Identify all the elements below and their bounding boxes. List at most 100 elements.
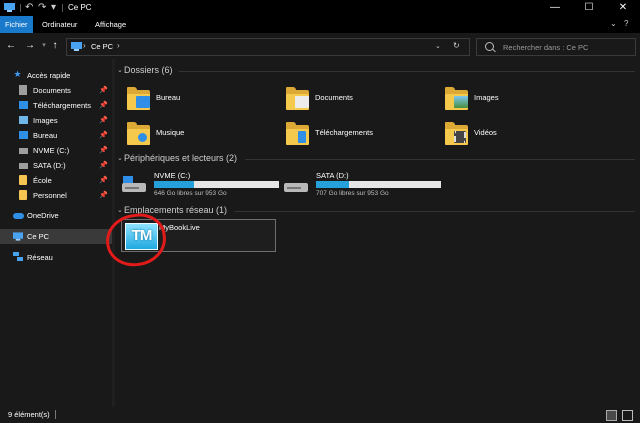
ribbon-tabs: Fichier Ordinateur Affichage ⌄ ? [0, 16, 640, 33]
refresh-icon[interactable]: ↻ [453, 41, 460, 50]
folder-item-bureau[interactable]: Bureau [127, 84, 277, 114]
pin-icon: 📌 [99, 162, 108, 169]
sidebar-item-telechargements[interactable]: Téléchargements 📌 [0, 98, 112, 113]
drive-item-nvme-c[interactable]: NVME (C:) 646 Go libres sur 953 Go [122, 170, 282, 198]
sidebar-item-label: SATA (D:) [33, 161, 66, 170]
pin-icon: 📌 [99, 87, 108, 94]
address-history-icon[interactable]: ⌄ [435, 42, 441, 50]
up-button[interactable]: ↑ [49, 39, 61, 53]
sidebar-item-label: Réseau [27, 253, 53, 262]
tab-affichage[interactable]: Affichage [90, 16, 131, 33]
forward-button[interactable]: → [24, 39, 36, 53]
drive-item-sata-d[interactable]: SATA (D:) 707 Go libres sur 953 Go [284, 170, 444, 198]
folder-item-telechargements[interactable]: Téléchargements [286, 119, 436, 149]
tab-ordinateur[interactable]: Ordinateur [37, 16, 82, 33]
windows-logo-icon [123, 176, 133, 183]
separator [55, 410, 56, 419]
documents-folder-icon [286, 84, 309, 112]
folder-label: Vidéos [474, 128, 497, 137]
folder-label: Documents [315, 93, 353, 102]
group-header-folders[interactable]: ⌄ Dossiers (6) [115, 64, 635, 78]
downloads-folder-icon [286, 119, 309, 147]
separator [62, 4, 63, 12]
customize-quick-access-icon[interactable]: ▾ [51, 1, 56, 15]
folder-item-musique[interactable]: Musique [127, 119, 277, 149]
folder-label: Images [474, 93, 499, 102]
folder-item-images[interactable]: Images [445, 84, 595, 114]
separator [20, 4, 21, 12]
tab-fichier[interactable]: Fichier [0, 16, 33, 33]
folder-item-videos[interactable]: Vidéos [445, 119, 595, 149]
undo-icon[interactable]: ↶ [25, 1, 33, 15]
divider [245, 159, 635, 160]
sidebar-item-documents[interactable]: Documents 📌 [0, 83, 112, 98]
sidebar-item-images[interactable]: Images 📌 [0, 113, 112, 128]
sidebar-item-quick-access[interactable]: ★ Accès rapide [0, 68, 112, 83]
group-header-network[interactable]: ⌄ Emplacements réseau (1) [115, 204, 635, 218]
network-icon [13, 252, 23, 261]
pin-icon: 📌 [99, 147, 108, 154]
videos-folder-icon [445, 119, 468, 147]
pin-icon: 📌 [99, 132, 108, 139]
desktop-icon [19, 131, 28, 139]
drive-usage-fill [154, 181, 194, 188]
maximize-button[interactable]: ☐ [572, 0, 606, 16]
drive-name: SATA (D:) [316, 171, 349, 180]
star-icon: ★ [13, 69, 22, 79]
collapse-chevron-icon[interactable]: ⌄ [117, 154, 123, 162]
navigation-bar: ← → ▾ ↑ › Ce PC › ⌄ ↻ Rechercher dans : … [0, 33, 640, 59]
search-input[interactable]: Rechercher dans : Ce PC [503, 43, 588, 52]
minimize-button[interactable]: — [538, 0, 572, 16]
drive-usage-fill [316, 181, 349, 188]
sidebar-item-sata-d[interactable]: SATA (D:) 📌 [0, 158, 112, 173]
sidebar-item-ce-pc[interactable]: Ce PC [0, 229, 112, 244]
drive-free-space: 646 Go libres sur 953 Go [154, 190, 227, 197]
pictures-icon [19, 116, 28, 124]
drive-usage-bar [316, 181, 441, 188]
divider [179, 71, 635, 72]
pin-icon: 📌 [99, 192, 108, 199]
folder-icon [19, 175, 27, 185]
sidebar-item-reseau[interactable]: Réseau [0, 250, 112, 265]
sidebar-item-onedrive[interactable]: OneDrive [0, 208, 112, 223]
sidebar-item-label: Ce PC [27, 232, 50, 241]
network-location-label: MyBookLive [159, 223, 200, 232]
collapse-chevron-icon[interactable]: ⌄ [117, 206, 123, 214]
title-bar: ↶ ↷ ▾ Ce PC — ☐ ✕ [0, 0, 640, 16]
expand-ribbon-icon[interactable]: ⌄ [610, 18, 617, 30]
pin-icon: 📌 [99, 177, 108, 184]
sidebar-item-label: Documents [33, 86, 71, 95]
group-header-devices[interactable]: ⌄ Périphériques et lecteurs (2) [115, 152, 635, 166]
redo-icon[interactable]: ↷ [38, 1, 46, 15]
details-view-button[interactable] [606, 410, 617, 421]
large-icons-view-button[interactable] [622, 410, 633, 421]
sidebar-item-bureau[interactable]: Bureau 📌 [0, 128, 112, 143]
pictures-folder-icon [445, 84, 468, 112]
documents-icon [19, 85, 27, 95]
pin-icon: 📌 [99, 117, 108, 124]
address-bar[interactable]: › Ce PC › ⌄ ↻ [66, 38, 470, 56]
status-bar: 9 élément(s) [0, 407, 640, 423]
back-button[interactable]: ← [5, 39, 17, 53]
drive-usage-bar [154, 181, 279, 188]
close-button[interactable]: ✕ [606, 0, 640, 16]
content-area: ⌄ Dossiers (6) Bureau Documents Images M… [102, 59, 640, 407]
breadcrumb-chevron-icon[interactable]: › [83, 41, 86, 50]
collapse-chevron-icon[interactable]: ⌄ [117, 66, 123, 74]
desktop-folder-icon [127, 84, 150, 112]
breadcrumb-chevron-icon[interactable]: › [117, 41, 120, 50]
search-box[interactable]: Rechercher dans : Ce PC [476, 38, 636, 56]
sidebar-item-label: Téléchargements [33, 101, 91, 110]
item-count: 9 élément(s) [8, 410, 50, 419]
sidebar-item-label: Bureau [33, 131, 58, 140]
folder-item-documents[interactable]: Documents [286, 84, 436, 114]
sidebar-item-ecole[interactable]: École 📌 [0, 173, 112, 188]
sidebar-item-nvme-c[interactable]: NVME (C:) 📌 [0, 143, 112, 158]
sidebar-item-label: Accès rapide [27, 71, 71, 80]
navigation-pane: ★ Accès rapide Documents 📌 Téléchargemen… [0, 62, 112, 407]
breadcrumb-ce-pc[interactable]: Ce PC [91, 42, 113, 51]
help-icon[interactable]: ? [624, 18, 628, 30]
drive-icon [19, 163, 28, 169]
sidebar-item-personnel[interactable]: Personnel 📌 [0, 188, 112, 203]
this-pc-icon [71, 42, 82, 51]
